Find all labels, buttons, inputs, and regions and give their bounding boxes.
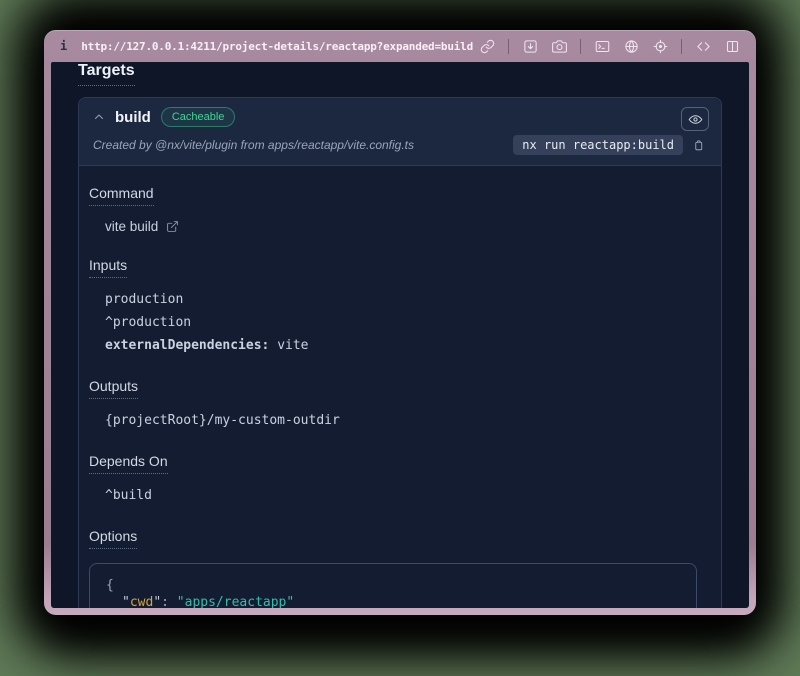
chevron-up-icon[interactable] <box>93 111 105 123</box>
created-by-text: Created by @nx/vite/plugin from apps/rea… <box>93 138 414 152</box>
depends-on-item: ^build <box>105 487 697 505</box>
json-line-open: { <box>106 577 680 594</box>
section-inputs: Inputs production ^production externalDe… <box>89 257 697 355</box>
options-json-block: { "cwd": "apps/reactapp" } <box>89 563 697 608</box>
target-icon[interactable] <box>652 38 668 54</box>
inputs-heading: Inputs <box>89 257 127 278</box>
input-item-external-deps: externalDependencies: vite <box>105 337 697 355</box>
command-heading: Command <box>89 185 154 206</box>
options-heading: Options <box>89 528 137 549</box>
external-deps-key: externalDependencies: <box>105 338 269 353</box>
section-command: Command vite build <box>89 185 697 234</box>
browser-titlebar: i http://127.0.0.1:4211/project-details/… <box>44 30 756 62</box>
columns-icon[interactable] <box>724 38 740 54</box>
section-options: Options { "cwd": "apps/reactapp" } <box>89 528 697 608</box>
external-link-icon[interactable] <box>166 220 179 233</box>
globe-icon[interactable] <box>623 38 639 54</box>
target-card-build: build Cacheable Created by @nx/vite/plug… <box>78 97 722 608</box>
cacheable-badge: Cacheable <box>161 107 236 127</box>
input-item: ^production <box>105 314 697 332</box>
json-key-cwd: cwd <box>130 595 153 608</box>
copy-icon[interactable] <box>692 138 705 153</box>
build-card-body: Command vite build Inputs production ^pr… <box>79 166 721 608</box>
section-outputs: Outputs {projectRoot}/my-custom-outdir <box>89 378 697 430</box>
build-card-header[interactable]: build Cacheable Created by @nx/vite/plug… <box>79 98 721 166</box>
run-command-chip: nx run reactapp:build <box>513 135 683 155</box>
page-title: Targets <box>78 62 135 86</box>
section-depends-on: Depends On ^build <box>89 453 697 505</box>
json-line-cwd: "cwd": "apps/reactapp" <box>106 594 680 608</box>
output-item: {projectRoot}/my-custom-outdir <box>105 412 697 430</box>
command-value: vite build <box>105 219 158 234</box>
info-icon: i <box>60 39 67 53</box>
titlebar-separator <box>508 39 509 54</box>
json-value-cwd: "apps/reactapp" <box>177 595 294 608</box>
link-icon[interactable] <box>479 38 495 54</box>
address-url[interactable]: http://127.0.0.1:4211/project-details/re… <box>81 40 473 53</box>
titlebar-separator <box>580 39 581 54</box>
input-item: production <box>105 291 697 309</box>
download-icon[interactable] <box>522 38 538 54</box>
terminal-icon[interactable] <box>594 38 610 54</box>
page-viewport: Targets build Cacheable Created by @nx/v… <box>51 62 749 608</box>
outputs-heading: Outputs <box>89 378 138 399</box>
camera-icon[interactable] <box>551 38 567 54</box>
titlebar-separator <box>681 39 682 54</box>
eye-icon-build[interactable] <box>681 107 709 131</box>
target-name-build: build <box>115 109 151 126</box>
code-icon[interactable] <box>695 38 711 54</box>
external-deps-value: vite <box>269 338 308 353</box>
depends-on-heading: Depends On <box>89 453 168 474</box>
browser-window: i http://127.0.0.1:4211/project-details/… <box>44 30 756 615</box>
